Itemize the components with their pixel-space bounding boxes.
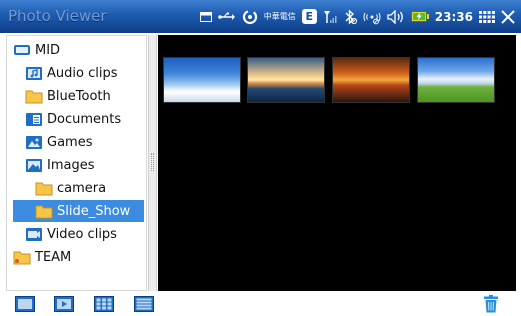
- edge-badge: E: [301, 9, 317, 24]
- games-folder-icon: [26, 136, 42, 149]
- delete-button[interactable]: [480, 295, 502, 313]
- volume-icon[interactable]: [387, 8, 405, 26]
- tree-item-label: TEAM: [35, 249, 72, 265]
- app-title: Photo Viewer: [8, 7, 107, 25]
- sunset-sea-photo[interactable]: [247, 57, 325, 103]
- status-bar: Photo Viewer 中華電信 E 23:36: [0, 0, 521, 33]
- audio-folder-icon: [26, 67, 42, 80]
- tree-item-label: Games: [47, 134, 93, 150]
- list-view-icon: [134, 296, 154, 312]
- tree-item-bluetooth[interactable]: BlueTooth: [25, 85, 115, 107]
- trash-icon: [484, 295, 498, 313]
- bottom-toolbar: [0, 291, 521, 316]
- folder-tree: MID Audio clips BlueTooth Documents Game…: [6, 35, 147, 291]
- grid-view-button[interactable]: [93, 295, 115, 313]
- status-icons: 中華電信 E 23:36: [199, 0, 515, 33]
- tree-item-label: BlueTooth: [47, 88, 111, 104]
- clouds-photo[interactable]: [163, 57, 241, 103]
- tree-item-label: Audio clips: [47, 65, 118, 81]
- folder-icon: [25, 90, 43, 104]
- panel-splitter[interactable]: [148, 35, 157, 291]
- meadow-sky-photo[interactable]: [417, 57, 495, 103]
- window-icon[interactable]: [199, 8, 212, 26]
- slideshow-icon: [54, 296, 74, 312]
- tree-item-video-clips[interactable]: Video clips: [25, 223, 121, 245]
- close-icon[interactable]: [501, 8, 515, 26]
- tree-item-label: Images: [47, 157, 95, 173]
- team-folder-icon: [13, 251, 31, 265]
- documents-folder-icon: [26, 113, 42, 126]
- signal-icon: [323, 8, 337, 26]
- carrier-logo: 中華電信: [263, 12, 296, 21]
- tree-item-audio-clips[interactable]: Audio clips: [25, 62, 121, 84]
- tree-item-games[interactable]: Games: [25, 131, 96, 153]
- fullscreen-view-icon: [15, 296, 35, 312]
- tree-item-camera[interactable]: camera: [35, 177, 110, 199]
- device-icon: [14, 45, 30, 55]
- tree-item-documents[interactable]: Documents: [25, 108, 125, 130]
- fullscreen-view-button[interactable]: [14, 295, 36, 313]
- slideshow-button[interactable]: [53, 295, 75, 313]
- tree-item-label: MID: [35, 42, 61, 58]
- tree-item-slide-show[interactable]: Slide_Show: [13, 200, 144, 222]
- tree-item-images[interactable]: Images: [25, 154, 99, 176]
- images-folder-icon: [26, 159, 42, 172]
- tree-item-label: Documents: [47, 111, 122, 127]
- tree-item-label: camera: [57, 180, 107, 196]
- thumbnail-area: [158, 35, 516, 291]
- orange-sunset-photo[interactable]: [332, 57, 410, 103]
- wifi-off-icon: [363, 8, 381, 26]
- grid-view-icon: [94, 296, 114, 312]
- usb-icon: [217, 8, 236, 26]
- clock: 23:36: [434, 9, 473, 24]
- splitter-grip[interactable]: [151, 153, 154, 171]
- tree-item-label: Video clips: [47, 226, 117, 242]
- tree-item-mid[interactable]: MID: [13, 39, 64, 61]
- edge-icon: E: [301, 8, 317, 26]
- sync-icon: [242, 8, 258, 26]
- video-folder-icon: [26, 228, 42, 241]
- tree-item-team[interactable]: TEAM: [13, 246, 75, 268]
- tree-item-label: Slide_Show: [57, 203, 131, 219]
- folder-icon: [35, 205, 53, 219]
- folder-icon: [35, 182, 53, 196]
- battery-charging-icon: [410, 8, 429, 26]
- list-view-button[interactable]: [133, 295, 155, 313]
- grid-menu-icon[interactable]: [479, 8, 495, 26]
- bluetooth-off-icon: [343, 8, 357, 26]
